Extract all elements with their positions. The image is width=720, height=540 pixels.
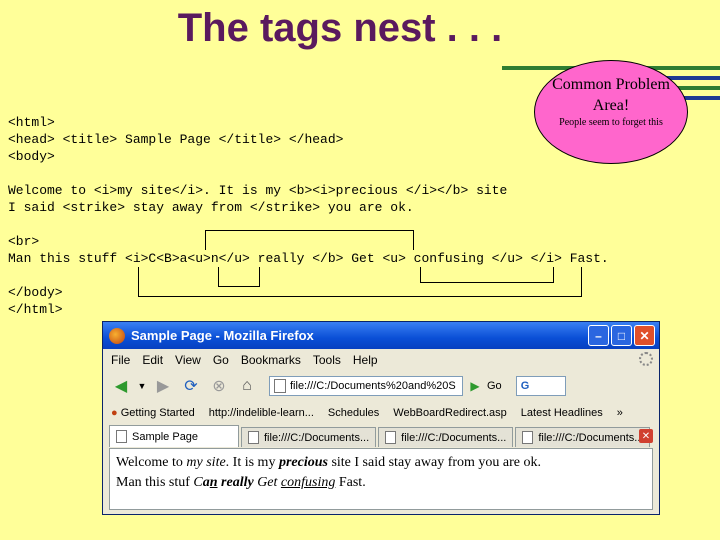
menu-help[interactable]: Help — [353, 353, 378, 367]
window-title: Sample Page - Mozilla Firefox — [131, 328, 314, 343]
code-line-8: </body> — [8, 285, 63, 300]
bookmark-schedules[interactable]: Schedules — [328, 407, 379, 419]
address-bar[interactable]: file:///C:/Documents%20and%20S — [269, 376, 463, 396]
chevron-right-icon[interactable]: » — [617, 407, 623, 419]
bookmarks-toolbar: ● Getting Started http://indelible-learn… — [103, 401, 659, 425]
menu-bookmarks[interactable]: Bookmarks — [241, 353, 301, 367]
bookmark-headlines[interactable]: Latest Headlines — [521, 407, 603, 419]
go-label[interactable]: Go — [487, 380, 502, 392]
callout-bubble: Common Problem Area! People seem to forg… — [534, 60, 688, 164]
page-icon — [248, 431, 259, 444]
code-line-2: <head> <title> Sample Page </title> </he… — [8, 132, 344, 147]
code-line-1: <html> — [8, 115, 55, 130]
forward-arrow-icon[interactable]: ▶ — [151, 374, 175, 398]
close-tab-icon[interactable]: ✕ — [639, 429, 653, 443]
tab-document-3[interactable]: file:///C:/Documents... — [515, 427, 651, 447]
nest-bracket-b — [205, 230, 414, 250]
code-line-3: <body> — [8, 149, 55, 164]
reload-icon[interactable]: ⟳ — [179, 374, 203, 398]
tab-sample-page[interactable]: Sample Page — [109, 425, 239, 447]
search-text: G — [520, 380, 530, 392]
menu-bar: File Edit View Go Bookmarks Tools Help — [103, 349, 659, 371]
slide-title: The tags nest . . . — [177, 6, 503, 50]
home-icon[interactable]: ⌂ — [235, 374, 259, 398]
menu-go[interactable]: Go — [213, 353, 229, 367]
menu-tools[interactable]: Tools — [313, 353, 341, 367]
browser-window: Sample Page - Mozilla Firefox – □ ✕ File… — [102, 321, 660, 515]
code-line-5: I said <strike> stay away from </strike>… — [8, 200, 414, 215]
tab-document-2[interactable]: file:///C:/Documents... — [378, 427, 514, 447]
menu-view[interactable]: View — [175, 353, 201, 367]
close-button[interactable]: ✕ — [634, 325, 655, 346]
tab-document-1[interactable]: file:///C:/Documents... — [241, 427, 377, 447]
bookmark-getting-started[interactable]: ● Getting Started — [111, 407, 195, 419]
firefox-icon — [109, 327, 125, 344]
rendered-line-2: Man this stuf Can really Get confusing F… — [116, 475, 366, 490]
back-dropdown-icon[interactable]: ▼ — [137, 374, 147, 398]
page-icon — [116, 430, 127, 443]
go-icon[interactable]: ▶ — [467, 374, 483, 398]
nest-bracket-i — [138, 267, 582, 297]
callout-note: People seem to forget this — [559, 117, 663, 128]
page-content: Welcome to my site. It is my precious si… — [109, 448, 653, 510]
code-line-7: Man this stuff <i>C<B>a<u>n</u> really <… — [8, 251, 609, 266]
code-line-4: Welcome to <i>my site</i>. It is my <b><… — [8, 183, 508, 198]
page-icon — [385, 431, 397, 444]
navigation-toolbar: ◀ ▼ ▶ ⟳ ⊗ ⌂ file:///C:/Documents%20and%2… — [103, 371, 659, 401]
minimize-button[interactable]: – — [588, 325, 609, 346]
rendered-line-1: Welcome to my site. It is my precious si… — [116, 455, 542, 470]
stop-icon[interactable]: ⊗ — [207, 374, 231, 398]
search-box[interactable]: G — [515, 376, 566, 396]
callout-heading: Common Problem Area! — [552, 76, 670, 114]
maximize-button[interactable]: □ — [611, 325, 632, 346]
page-icon — [274, 379, 286, 393]
address-text: file:///C:/Documents%20and%20S — [290, 380, 456, 392]
bookmark-icon: ● — [111, 407, 118, 419]
throbber-icon — [639, 352, 653, 366]
code-line-6: <br> — [8, 234, 40, 249]
bookmark-indelible[interactable]: http://indelible-learn... — [209, 407, 314, 419]
back-arrow-icon[interactable]: ◀ — [109, 374, 133, 398]
tab-strip: Sample Page file:///C:/Documents... file… — [103, 425, 659, 447]
window-titlebar[interactable]: Sample Page - Mozilla Firefox – □ ✕ — [103, 322, 659, 349]
menu-edit[interactable]: Edit — [142, 353, 163, 367]
bookmark-webboard[interactable]: WebBoardRedirect.asp — [393, 407, 507, 419]
menu-file[interactable]: File — [111, 353, 130, 367]
page-icon — [522, 431, 534, 444]
code-line-9: </html> — [8, 302, 63, 317]
